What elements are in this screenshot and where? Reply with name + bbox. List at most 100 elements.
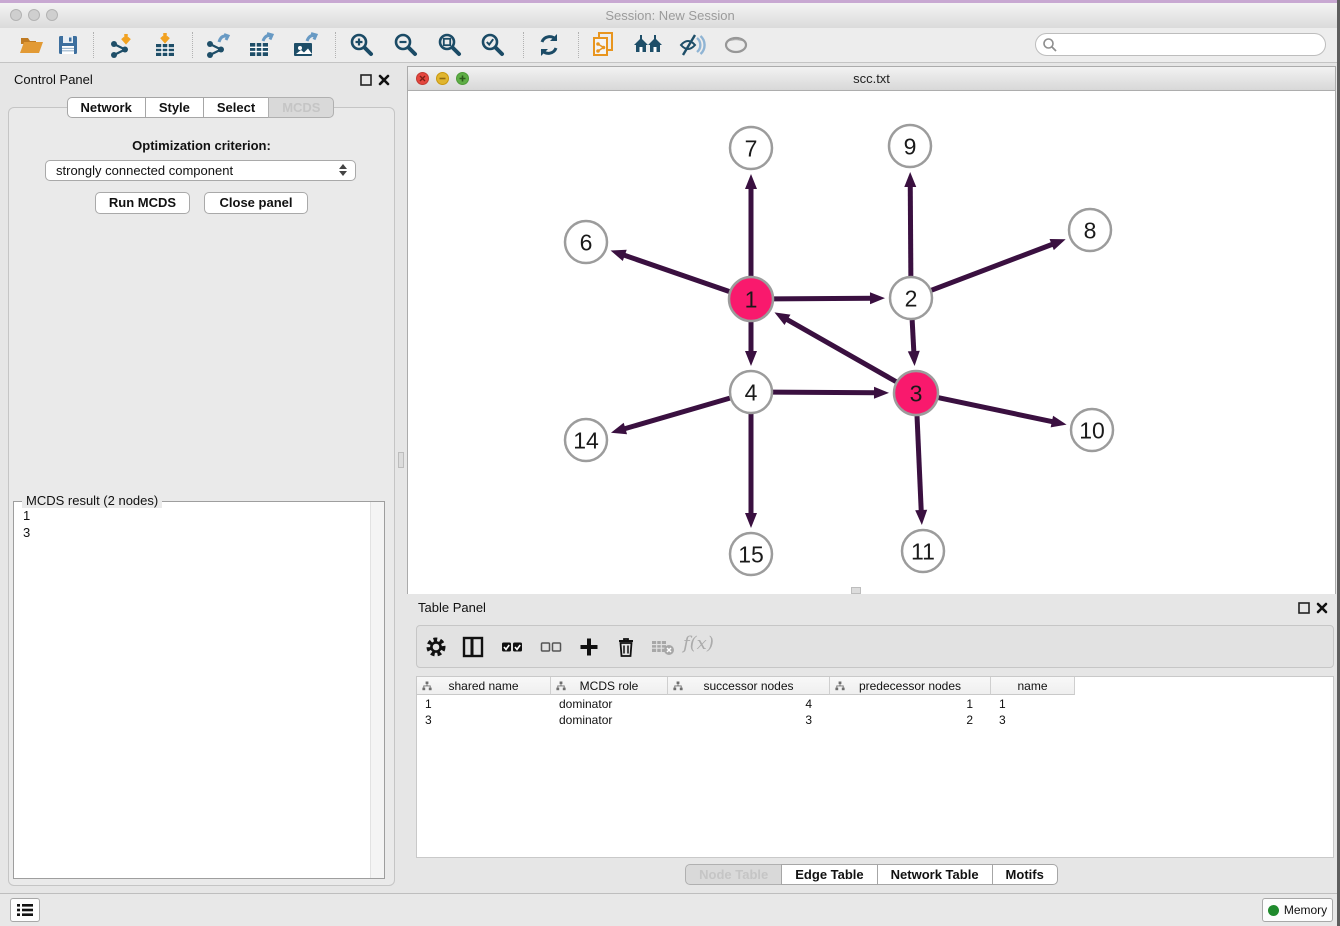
search-field[interactable] <box>1035 33 1326 56</box>
table-cell[interactable]: 3 <box>668 712 830 728</box>
network-canvas[interactable]: 7968124314101511 <box>408 91 1335 594</box>
column-header-shared-name[interactable]: shared name <box>417 677 551 695</box>
settings-gear-icon[interactable] <box>423 634 449 660</box>
table-panel-tabs: Node TableEdge TableNetwork TableMotifs <box>407 864 1336 885</box>
tab-network-table[interactable]: Network Table <box>877 864 993 885</box>
open-file-icon[interactable] <box>14 31 48 59</box>
status-bar: Memory <box>0 893 1340 926</box>
control-panel-tabs: NetworkStyleSelectMCDS <box>0 97 401 118</box>
edge-arrowhead <box>611 250 627 261</box>
main-toolbar <box>0 28 1340 63</box>
run-mcds-button[interactable]: Run MCDS <box>95 192 190 214</box>
result-scrollbar[interactable] <box>370 502 384 878</box>
function-builder-icon[interactable]: f(x) <box>683 633 714 654</box>
application-window: Session: New Session <box>0 0 1340 926</box>
optimization-select[interactable]: strongly connected component <box>45 160 356 181</box>
node-label-4: 4 <box>745 379 758 405</box>
table-cell[interactable]: 1 <box>830 696 991 712</box>
horizontal-splitter-grip[interactable] <box>851 587 861 594</box>
export-image-icon[interactable] <box>288 31 322 59</box>
column-header-label: shared name <box>448 679 518 693</box>
edge-1-2[interactable] <box>774 298 873 299</box>
network-window-title: scc.txt <box>408 71 1335 86</box>
export-table-icon[interactable] <box>244 31 278 59</box>
result-item[interactable]: 3 <box>23 524 384 541</box>
list-icon <box>16 903 34 917</box>
float-panel-icon[interactable] <box>358 72 374 88</box>
vertical-splitter-grip[interactable] <box>398 452 404 468</box>
memory-button[interactable]: Memory <box>1262 898 1333 922</box>
table-cell[interactable]: dominator <box>551 712 668 728</box>
table-body: 1dominator4113dominator323 <box>417 696 1333 728</box>
edge-arrowhead <box>874 387 889 399</box>
close-panel-button[interactable]: Close panel <box>204 192 308 214</box>
edge-3-10[interactable] <box>939 398 1055 422</box>
tab-node-table[interactable]: Node Table <box>685 864 782 885</box>
edge-3-11[interactable] <box>917 416 921 513</box>
column-header-successor-nodes[interactable]: successor nodes <box>668 677 830 695</box>
memory-status-icon <box>1268 905 1279 916</box>
mcds-panel: Optimization criterion: strongly connect… <box>8 107 395 886</box>
ndex-home-icon[interactable] <box>631 31 665 59</box>
delete-table-icon[interactable] <box>650 634 676 660</box>
toolbar-separator <box>192 32 193 58</box>
zoom-in-icon[interactable] <box>345 31 379 59</box>
close-table-panel-icon[interactable] <box>1314 600 1330 616</box>
tab-select[interactable]: Select <box>203 97 269 118</box>
table-header-row: shared name MCDS role successor nodesprede… <box>417 677 1333 696</box>
column-header-label: MCDS role <box>580 679 639 693</box>
delete-column-icon[interactable] <box>613 634 639 660</box>
edge-1-6[interactable] <box>622 254 729 291</box>
window-title: Session: New Session <box>0 8 1340 23</box>
edge-2-9[interactable] <box>910 184 911 276</box>
hide-details-icon[interactable] <box>675 31 709 59</box>
edge-4-3[interactable] <box>773 392 877 393</box>
zoom-fit-icon[interactable] <box>433 31 467 59</box>
table-cell[interactable]: 4 <box>668 696 830 712</box>
close-panel-icon[interactable] <box>376 72 392 88</box>
select-all-icon[interactable] <box>499 634 525 660</box>
task-history-button[interactable] <box>10 898 40 922</box>
tab-network[interactable]: Network <box>67 97 146 118</box>
apply-layout-icon[interactable] <box>532 31 566 59</box>
edge-4-14[interactable] <box>622 398 729 429</box>
tab-motifs[interactable]: Motifs <box>992 864 1058 885</box>
table-cell[interactable]: dominator <box>551 696 668 712</box>
search-input[interactable] <box>1060 36 1319 55</box>
export-network-icon[interactable] <box>201 31 235 59</box>
tab-style[interactable]: Style <box>145 97 204 118</box>
edge-3-1[interactable] <box>785 318 896 381</box>
optimization-select-value: strongly connected component <box>56 163 233 178</box>
tab-edge-table[interactable]: Edge Table <box>781 864 877 885</box>
zoom-selected-icon[interactable] <box>476 31 510 59</box>
column-header-MCDS-role[interactable]: MCDS role <box>551 677 668 695</box>
table-cell[interactable]: 1 <box>991 696 1075 712</box>
table-cell[interactable]: 3 <box>991 712 1075 728</box>
node-table[interactable]: shared name MCDS role successor nodesprede… <box>416 676 1334 858</box>
unselect-all-icon[interactable] <box>538 634 564 660</box>
column-header-name[interactable]: name <box>991 677 1075 695</box>
table-row[interactable]: 3dominator323 <box>417 712 1333 728</box>
show-details-icon[interactable] <box>719 31 753 59</box>
float-table-panel-icon[interactable] <box>1296 600 1312 616</box>
network-graph[interactable]: 7968124314101511 <box>408 91 1335 594</box>
column-header-predecessor-nodes[interactable]: predecessor nodes <box>830 677 991 695</box>
edge-2-8[interactable] <box>932 243 1055 290</box>
table-cell[interactable]: 1 <box>417 696 551 712</box>
result-item[interactable]: 1 <box>23 507 384 524</box>
import-network-icon[interactable] <box>105 31 139 59</box>
add-column-icon[interactable] <box>576 634 602 660</box>
clone-network-icon[interactable] <box>587 31 621 59</box>
save-session-icon[interactable] <box>51 31 85 59</box>
table-row[interactable]: 1dominator411 <box>417 696 1333 712</box>
edge-arrowhead <box>908 351 920 366</box>
zoom-out-icon[interactable] <box>389 31 423 59</box>
show-column-icon[interactable] <box>460 634 486 660</box>
edge-2-3[interactable] <box>912 320 914 354</box>
table-cell[interactable]: 3 <box>417 712 551 728</box>
node-label-3: 3 <box>910 380 923 406</box>
import-table-icon[interactable] <box>148 31 182 59</box>
table-cell[interactable]: 2 <box>830 712 991 728</box>
tab-mcds[interactable]: MCDS <box>268 97 334 118</box>
node-label-9: 9 <box>904 133 917 159</box>
